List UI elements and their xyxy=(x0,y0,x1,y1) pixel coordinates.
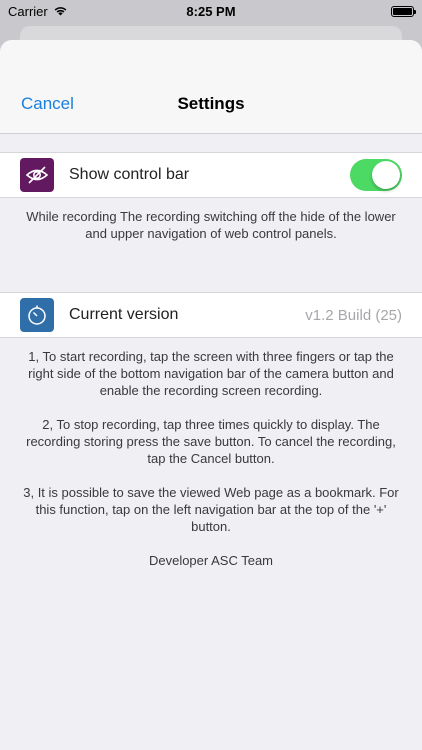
eye-slash-icon xyxy=(20,158,54,192)
control-bar-row: Show control bar xyxy=(0,153,422,197)
control-bar-description: While recording The recording switching … xyxy=(26,209,396,241)
instructions-block: 1, To start recording, tap the screen wi… xyxy=(0,338,422,569)
version-row: Current version v1.2 Build (25) xyxy=(0,293,422,337)
timer-icon xyxy=(20,298,54,332)
page-title: Settings xyxy=(177,94,245,113)
instruction-2: 2, To stop recording, tap three times qu… xyxy=(26,417,396,466)
status-time: 8:25 PM xyxy=(186,4,236,19)
version-label: Current version xyxy=(69,306,179,323)
navigation-bar: Cancel Settings xyxy=(0,40,422,134)
version-section: Current version v1.2 Build (25) xyxy=(0,292,422,338)
version-value: v1.2 Build (25) xyxy=(305,306,402,324)
control-bar-label: Show control bar xyxy=(69,166,190,183)
control-bar-toggle[interactable] xyxy=(350,159,402,191)
instruction-1: 1, To start recording, tap the screen wi… xyxy=(28,349,394,398)
control-bar-section: Show control bar xyxy=(0,152,422,198)
settings-sheet: Cancel Settings Show control bar While r… xyxy=(0,40,422,750)
status-bar: Carrier 8:25 PM xyxy=(0,0,422,22)
toggle-knob xyxy=(372,161,400,189)
battery-icon xyxy=(391,5,416,17)
instruction-3: 3, It is possible to save the viewed Web… xyxy=(23,485,399,534)
developer-credit: Developer ASC Team xyxy=(148,553,274,568)
